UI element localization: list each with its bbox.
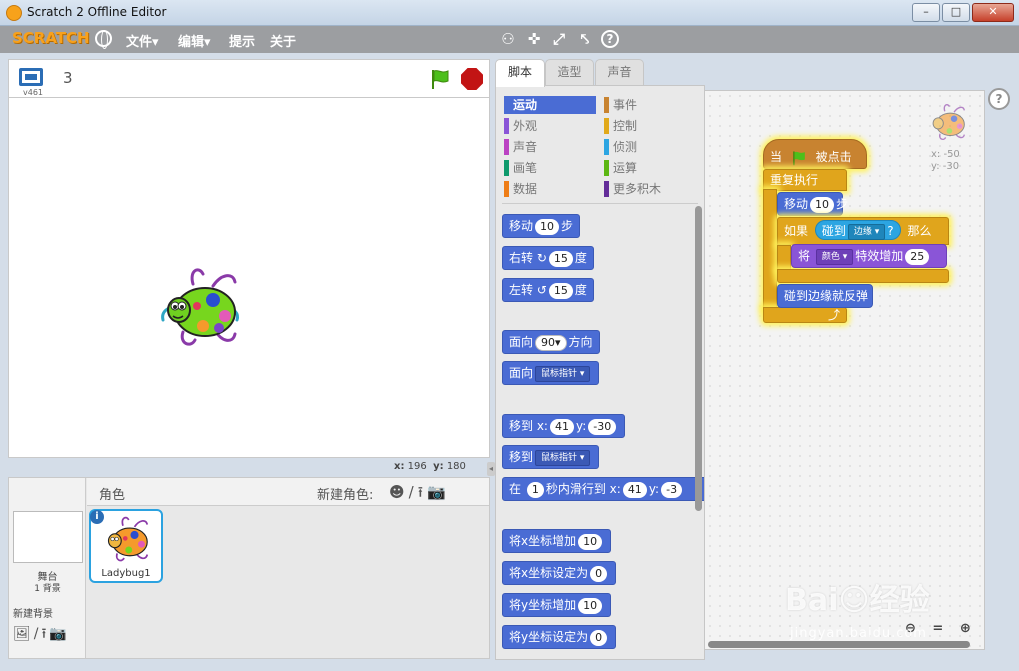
scripts-horizontal-scrollbar[interactable] (708, 641, 970, 648)
forever-block-bottom: ⤴ (763, 307, 847, 323)
new-backdrop-label: 新建背景 (13, 609, 53, 620)
script-bounce-on-edge[interactable]: 碰到边缘就反弹 (777, 284, 873, 308)
close-button[interactable]: ✕ (972, 3, 1014, 22)
ladybug-thumbnail-icon (107, 516, 149, 562)
stage-thumbnail[interactable] (13, 511, 83, 563)
category-control[interactable]: 控制 (604, 117, 696, 135)
menu-about[interactable]: 关于 (270, 31, 296, 50)
grow-icon[interactable]: ⤢ (549, 29, 569, 49)
if-then-arm (777, 245, 791, 271)
tab-costumes[interactable]: 造型 (545, 59, 594, 85)
backdrop-count: 1 背景 (34, 584, 61, 594)
forever-block-arm (763, 189, 777, 311)
category-more-blocks[interactable]: 更多积木 (604, 180, 696, 198)
sprite-x-readout: x: -50 (931, 149, 960, 160)
minimize-button[interactable]: – (912, 3, 940, 22)
new-backdrop-icons[interactable]: 🖼/⭱📷 (13, 623, 70, 647)
tab-scripts[interactable]: 脚本 (495, 59, 545, 87)
menu-file[interactable]: 文件▾ (126, 31, 159, 50)
baidu-watermark-url: jingyan.baidu.com (790, 626, 927, 641)
block-turn-left[interactable]: 左转 ↺ 15 度 (502, 278, 594, 302)
stage-column: 舞台 1 背景 新建背景 🖼/⭱📷 (9, 478, 86, 658)
hat-when-flag-clicked[interactable]: 当 被点击 (763, 139, 867, 169)
scripts-area[interactable]: x: -50 y: -30 当 被点击 重复执行 ⤴ 移动 10 步 如果 碰到 边缘… (704, 90, 985, 650)
ladybug-sprite[interactable] (155, 262, 245, 352)
category-operators[interactable]: 运算 (604, 159, 696, 177)
block-palette: 运动 外观 声音 画笔 数据 事件 控制 侦测 运算 更多积木 移动 10 步 右转… (495, 85, 706, 660)
sprite-y-readout: y: -30 (931, 161, 960, 172)
if-then-block[interactable]: 如果 碰到 边缘 ▾? 那么 (777, 217, 949, 245)
category-looks[interactable]: 外观 (504, 117, 596, 135)
block-point-in-direction[interactable]: 面向 90▾ 方向 (502, 330, 600, 354)
mouse-coordinates: x: 196 y: 180 (394, 461, 466, 472)
category-data[interactable]: 数据 (504, 180, 596, 198)
mouse-y-value: 180 (446, 461, 466, 472)
turn-right-icon: ↻ (536, 251, 547, 265)
category-sound[interactable]: 声音 (504, 138, 596, 156)
loop-arrow-icon: ⤴ (827, 308, 840, 322)
sprite-pane: 舞台 1 背景 新建背景 🖼/⭱📷 角色 新建角色: ☻/⭱📷 i Ladybu… (8, 477, 490, 659)
sprite-name: Ladybug1 (101, 568, 151, 579)
block-change-y[interactable]: 将y坐标增加 10 (502, 593, 612, 617)
new-sprite-icons[interactable]: ☻/⭱📷 (389, 482, 450, 507)
sprite-count: 3 (63, 69, 73, 87)
collapse-stage-arrow-icon[interactable]: ◂ (487, 462, 495, 476)
duplicate-stamp-icon[interactable]: ⚇ (498, 29, 518, 49)
mouse-y-label: y: (433, 461, 444, 472)
category-sensing[interactable]: 侦测 (604, 138, 696, 156)
language-globe-icon[interactable] (95, 30, 112, 49)
block-turn-right[interactable]: 右转 ↻ 15 度 (502, 246, 594, 270)
palette-scrollbar[interactable] (695, 206, 702, 511)
block-change-x[interactable]: 将x坐标增加 10 (502, 529, 612, 553)
green-flag-icon (793, 150, 805, 165)
sprites-title: 角色 (99, 488, 126, 503)
block-go-to-xy[interactable]: 移到 x: 41 y: -30 (502, 414, 626, 438)
script-change-effect[interactable]: 将 颜色 ▾ 特效增加 25 (791, 244, 947, 268)
presentation-mode-icon[interactable] (19, 68, 43, 86)
touching-sensor[interactable]: 碰到 边缘 ▾? (814, 220, 901, 240)
window-titlebar: Scratch 2 Offline Editor – □ ✕ (0, 0, 1019, 26)
shrink-icon[interactable]: ⤣ (575, 29, 595, 49)
block-set-y[interactable]: 将y坐标设定为 0 (502, 625, 617, 649)
green-flag-icon[interactable] (429, 68, 451, 90)
stage-header: v461 3 (8, 59, 490, 97)
mouse-x-value: 196 (407, 461, 427, 472)
category-motion[interactable]: 运动 (504, 96, 596, 114)
baidu-watermark: Bai☺经验 (785, 583, 930, 618)
block-go-to[interactable]: 移到 鼠标指针 ▾ (502, 445, 600, 469)
menu-edit[interactable]: 编辑▾ (178, 31, 211, 50)
forever-block[interactable]: 重复执行 (763, 169, 847, 191)
block-glide[interactable]: 在 1 秒内滑行到 x: 41 y: -3 (502, 477, 706, 501)
sprite-tile-ladybug1[interactable]: i Ladybug1 (89, 509, 163, 583)
new-sprite-label: 新建角色: (317, 488, 374, 503)
block-set-x[interactable]: 将x坐标设定为 0 (502, 561, 617, 585)
script-move-steps[interactable]: 移动 10 步 (777, 192, 848, 216)
tab-sounds[interactable]: 声音 (595, 59, 644, 85)
if-then-bottom (777, 269, 949, 283)
mouse-x-label: x: (394, 461, 405, 472)
block-help-icon[interactable]: ? (601, 30, 619, 48)
category-events[interactable]: 事件 (604, 96, 696, 114)
scratch-cat-icon (6, 5, 22, 21)
stage-canvas[interactable] (8, 97, 490, 458)
block-move-steps[interactable]: 移动 10 步 (502, 214, 581, 238)
sprites-header: 角色 新建角色: ☻/⭱📷 (87, 478, 489, 506)
maximize-button[interactable]: □ (942, 3, 970, 22)
help-icon[interactable]: ? (988, 88, 1010, 110)
current-sprite-icon (932, 104, 966, 141)
delete-scissors-icon[interactable]: ✜ (524, 29, 544, 49)
block-point-towards[interactable]: 面向 鼠标指针 ▾ (502, 361, 600, 385)
palette-divider (502, 203, 698, 204)
category-pen[interactable]: 画笔 (504, 159, 596, 177)
window-title: Scratch 2 Offline Editor (27, 5, 167, 19)
version-label: v461 (23, 88, 44, 97)
menu-tips[interactable]: 提示 (229, 31, 255, 50)
stop-sign-icon[interactable] (461, 68, 483, 90)
scratch-logo[interactable]: SCRATCH (12, 29, 90, 47)
menubar: SCRATCH 文件▾ 编辑▾ 提示 关于 ⚇ ✜ ⤢ ⤣ ? (0, 26, 1019, 53)
turn-left-icon: ↺ (536, 283, 547, 297)
